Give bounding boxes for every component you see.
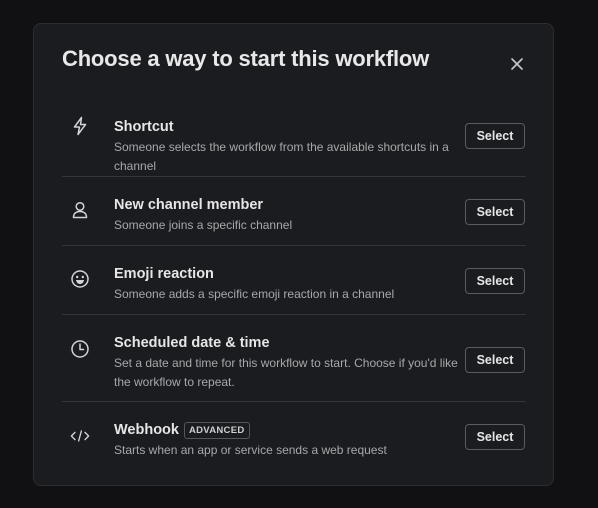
person-icon bbox=[70, 200, 90, 220]
option-description: Starts when an app or service sends a we… bbox=[114, 443, 387, 457]
option-description: Set a date and time for this workflow to… bbox=[114, 356, 458, 389]
close-icon bbox=[510, 57, 524, 71]
option-scheduled-date-time: Scheduled date & time Set a date and tim… bbox=[62, 315, 526, 402]
select-scheduled-date-time-button[interactable]: Select bbox=[465, 347, 525, 373]
option-description: Someone joins a specific channel bbox=[114, 218, 293, 232]
option-title: New channel member bbox=[114, 197, 264, 213]
option-emoji-reaction: Emoji reaction Someone adds a specific e… bbox=[62, 246, 526, 315]
code-icon bbox=[70, 426, 90, 446]
option-new-channel-member: New channel member Someone joins a speci… bbox=[62, 177, 526, 246]
select-emoji-reaction-button[interactable]: Select bbox=[465, 268, 525, 294]
option-description: Someone selects the workflow from the av… bbox=[114, 140, 449, 173]
option-title-row: Webhook ADVANCED bbox=[114, 421, 459, 439]
dialog-title: Choose a way to start this workflow bbox=[62, 46, 430, 71]
emoji-icon bbox=[70, 269, 90, 289]
option-title: Scheduled date & time bbox=[114, 335, 270, 351]
option-title: Emoji reaction bbox=[114, 266, 214, 282]
advanced-badge: ADVANCED bbox=[183, 421, 250, 439]
select-new-channel-member-button[interactable]: Select bbox=[465, 199, 525, 225]
close-button[interactable] bbox=[504, 51, 530, 77]
option-title: Webhook bbox=[114, 422, 179, 438]
select-webhook-button[interactable]: Select bbox=[465, 424, 525, 450]
clock-icon bbox=[70, 339, 90, 359]
select-shortcut-button[interactable]: Select bbox=[465, 123, 525, 149]
option-title: Shortcut bbox=[114, 119, 174, 135]
workflow-trigger-dialog: Choose a way to start this workflow Shor… bbox=[33, 23, 554, 486]
option-shortcut: Shortcut Someone selects the workflow fr… bbox=[62, 105, 526, 177]
option-webhook: Webhook ADVANCED Starts when an app or s… bbox=[62, 402, 526, 472]
option-description: Someone adds a specific emoji reaction i… bbox=[114, 287, 395, 301]
trigger-options-list: Shortcut Someone selects the workflow fr… bbox=[62, 105, 526, 472]
lightning-bolt-icon bbox=[70, 116, 90, 136]
